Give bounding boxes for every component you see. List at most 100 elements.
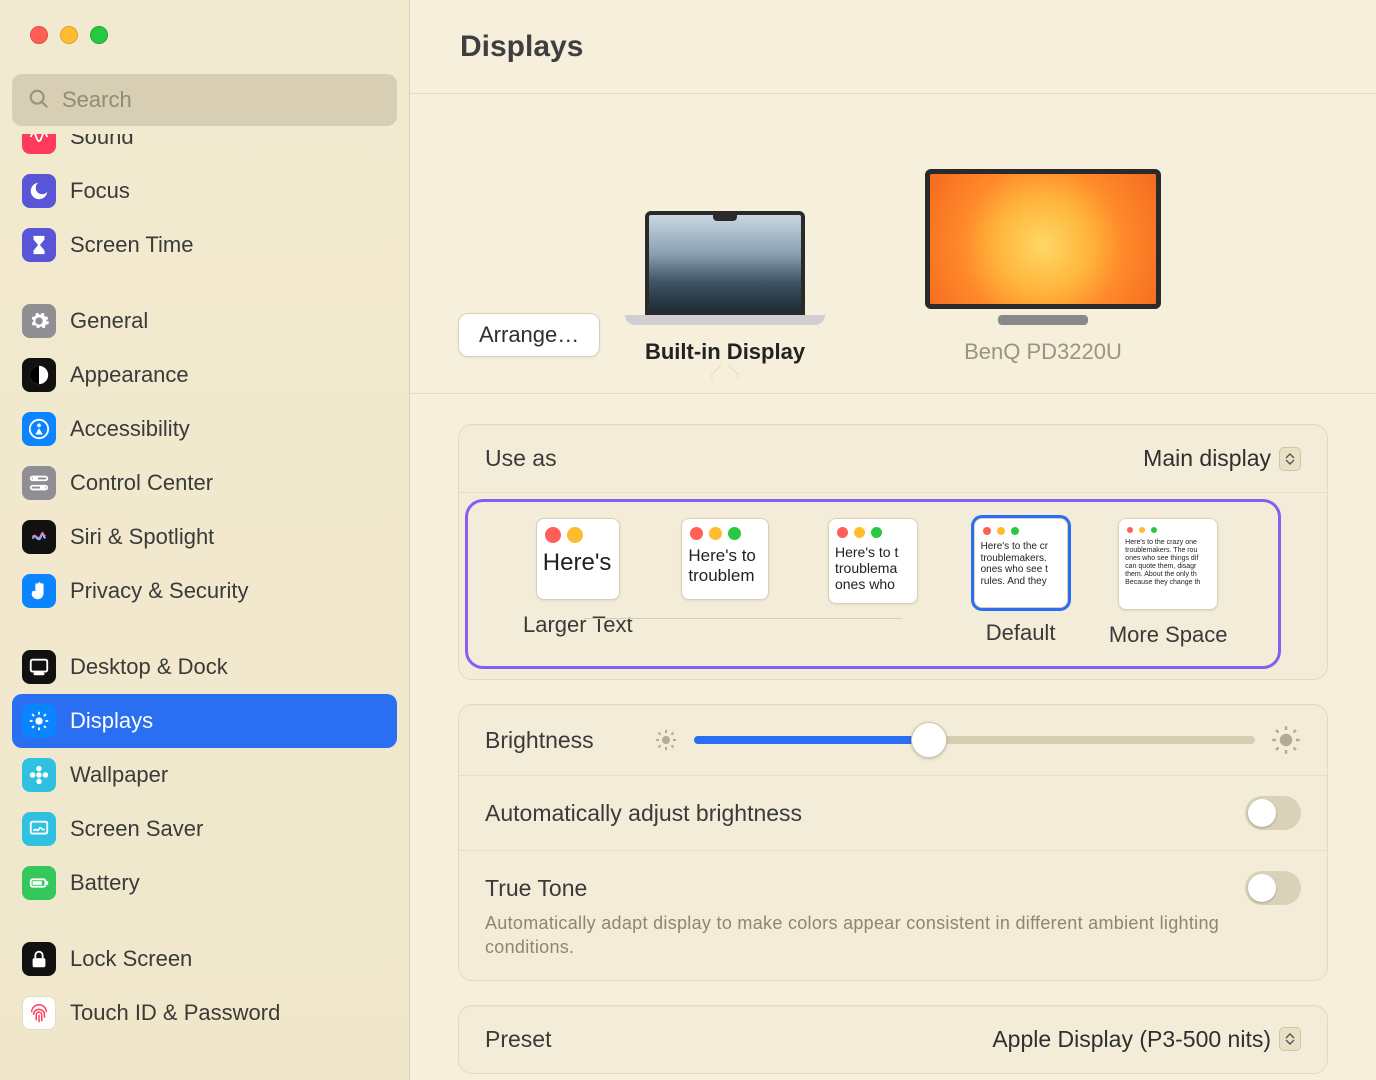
display-external[interactable]: BenQ PD3220U xyxy=(925,169,1161,365)
hourglass-icon xyxy=(22,228,56,262)
preset-value: Apple Display (P3-500 nits) xyxy=(992,1026,1271,1053)
settings-scroll[interactable]: Use as Main display xyxy=(410,394,1376,1080)
use-as-label: Use as xyxy=(485,445,557,472)
sidebar-item-lockscreen[interactable]: Lock Screen xyxy=(12,932,397,986)
chevron-updown-icon xyxy=(1279,447,1301,471)
sidebar-item-label: Wallpaper xyxy=(70,762,168,788)
sidebar-item-accessibility[interactable]: Accessibility xyxy=(12,402,397,456)
contrast-icon xyxy=(22,358,56,392)
sidebar-item-battery[interactable]: Battery xyxy=(12,856,397,910)
minimize-window-button[interactable] xyxy=(60,26,78,44)
scale-tile: Here's to ttroublemaones who xyxy=(828,518,918,604)
sidebar-item-privacy[interactable]: Privacy & Security xyxy=(12,564,397,618)
preset-label: Preset xyxy=(485,1026,551,1053)
scale-caption-default: Default xyxy=(986,620,1056,648)
display-built-in[interactable]: Built-in Display xyxy=(625,211,825,365)
use-as-select[interactable]: Main display xyxy=(1143,445,1301,472)
arrange-button[interactable]: Arrange… xyxy=(458,313,600,357)
sidebar-list: Sound Focus Screen Time General Appearance Ac… xyxy=(0,134,409,1080)
sidebar-item-label: Screen Saver xyxy=(70,816,203,842)
person-icon xyxy=(22,412,56,446)
sidebar-item-label: Focus xyxy=(70,178,130,204)
dock-icon xyxy=(22,650,56,684)
slider-track[interactable] xyxy=(694,736,1255,744)
sidebar-item-label: Control Center xyxy=(70,470,213,496)
switches-icon xyxy=(22,466,56,500)
search-input[interactable] xyxy=(12,74,397,126)
flower-icon xyxy=(22,758,56,792)
scale-option-3[interactable]: Here's to the crtroublemakers.ones who s… xyxy=(947,518,1095,648)
use-as-row: Use as Main display xyxy=(459,425,1327,493)
laptop-thumbnail xyxy=(625,211,825,325)
moon-icon xyxy=(22,174,56,208)
display-label: BenQ PD3220U xyxy=(964,339,1122,365)
sidebar-item-label: Battery xyxy=(70,870,140,896)
window-controls xyxy=(0,0,409,44)
scaling-options: Here's Larger Text Here's totroublem xyxy=(504,518,1242,650)
scale-caption-larger: Larger Text xyxy=(523,612,633,640)
scale-guideline xyxy=(584,618,902,619)
sidebar-item-label: General xyxy=(70,308,148,334)
search-icon xyxy=(28,88,50,110)
brightness-panel: Brightness Automatically adjust brightne… xyxy=(458,704,1328,981)
sidebar-item-label: Touch ID & Password xyxy=(70,1000,280,1026)
scale-option-4[interactable]: Here's to the crazy onetroublemakers. Th… xyxy=(1094,518,1242,650)
sidebar-item-label: Screen Time xyxy=(70,232,194,258)
sidebar-item-siri[interactable]: Siri & Spotlight xyxy=(12,510,397,564)
screensaver-icon xyxy=(22,812,56,846)
sidebar-item-label: Sound xyxy=(70,134,134,150)
sidebar-item-screentime[interactable]: Screen Time xyxy=(12,218,397,272)
brightness-low-icon xyxy=(654,728,678,752)
sidebar-item-appearance[interactable]: Appearance xyxy=(12,348,397,402)
sidebar-item-label: Lock Screen xyxy=(70,946,192,972)
sidebar-item-displays[interactable]: Displays xyxy=(12,694,397,748)
scale-tile-selected: Here's to the crtroublemakers.ones who s… xyxy=(974,518,1068,608)
sidebar-item-controlcenter[interactable]: Control Center xyxy=(12,456,397,510)
scale-option-0[interactable]: Here's Larger Text xyxy=(504,518,652,640)
scale-option-1[interactable]: Here's totroublem xyxy=(652,518,800,640)
zoom-window-button[interactable] xyxy=(90,26,108,44)
slider-fill xyxy=(694,736,930,744)
search-wrap xyxy=(0,44,409,134)
true-tone-description: Automatically adapt display to make colo… xyxy=(485,911,1301,960)
scale-tile: Here's totroublem xyxy=(681,518,769,600)
brightness-label: Brightness xyxy=(485,727,594,754)
system-settings-window: Sound Focus Screen Time General Appearance Ac… xyxy=(0,0,1376,1080)
sidebar-item-wallpaper[interactable]: Wallpaper xyxy=(12,748,397,802)
use-as-panel: Use as Main display xyxy=(458,424,1328,680)
slider-knob[interactable] xyxy=(911,722,947,758)
sidebar-item-focus[interactable]: Focus xyxy=(12,164,397,218)
close-window-button[interactable] xyxy=(30,26,48,44)
true-tone-toggle[interactable] xyxy=(1245,871,1301,905)
scale-option-2[interactable]: Here's to ttroublemaones who xyxy=(799,518,947,644)
sidebar-item-screensaver[interactable]: Screen Saver xyxy=(12,802,397,856)
siri-icon xyxy=(22,520,56,554)
display-label: Built-in Display xyxy=(645,339,805,365)
sidebar: Sound Focus Screen Time General Appearance Ac… xyxy=(0,0,410,1080)
titlebar: Displays xyxy=(410,0,1376,94)
brightness-high-icon xyxy=(1271,725,1301,755)
auto-brightness-row: Automatically adjust brightness xyxy=(459,776,1327,851)
brightness-icon xyxy=(22,704,56,738)
sidebar-item-label: Siri & Spotlight xyxy=(70,524,214,550)
auto-brightness-toggle[interactable] xyxy=(1245,796,1301,830)
true-tone-row: True Tone Automatically adapt display to… xyxy=(459,851,1327,980)
sidebar-item-label: Displays xyxy=(70,708,153,734)
true-tone-label: True Tone xyxy=(485,875,587,902)
preset-panel: Preset Apple Display (P3-500 nits) xyxy=(458,1005,1328,1074)
sidebar-item-sound[interactable]: Sound xyxy=(12,134,397,164)
preset-row: Preset Apple Display (P3-500 nits) xyxy=(459,1006,1327,1073)
main-content: Displays Arrange… Built-in Display BenQ … xyxy=(410,0,1376,1080)
use-as-value: Main display xyxy=(1143,445,1271,472)
sidebar-item-desktop[interactable]: Desktop & Dock xyxy=(12,640,397,694)
sidebar-item-general[interactable]: General xyxy=(12,294,397,348)
sidebar-item-touchid[interactable]: Touch ID & Password xyxy=(12,986,397,1040)
chevron-updown-icon xyxy=(1279,1027,1301,1051)
scale-caption-more: More Space xyxy=(1109,622,1228,650)
sidebar-item-label: Accessibility xyxy=(70,416,190,442)
gear-icon xyxy=(22,304,56,338)
lock-icon xyxy=(22,942,56,976)
scaling-highlight-box: Here's Larger Text Here's totroublem xyxy=(465,499,1281,669)
brightness-slider[interactable] xyxy=(654,725,1301,755)
preset-select[interactable]: Apple Display (P3-500 nits) xyxy=(992,1026,1301,1053)
